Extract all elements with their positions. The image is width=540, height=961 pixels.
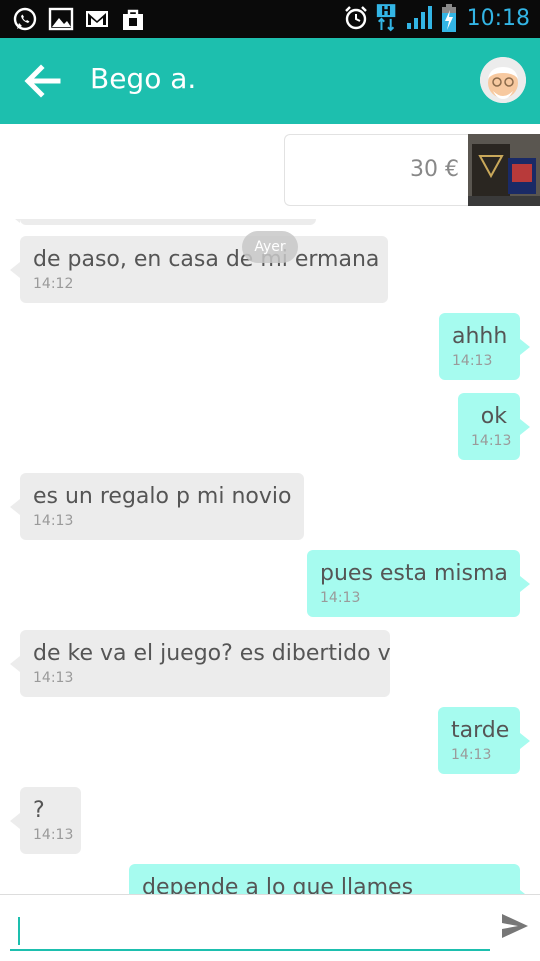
message-text: pues esta misma [320, 561, 508, 586]
status-icons: H 10:18 [343, 4, 530, 32]
chat-header: Bego a. [0, 38, 540, 124]
message-bubble[interactable]: de ke va el juego? es dibertido v 14:13 [10, 630, 391, 697]
message-composer [0, 894, 540, 961]
whatsapp-icon [13, 7, 37, 31]
send-icon[interactable] [500, 911, 530, 941]
status-bar: H 10:18 [0, 0, 540, 38]
price-box: 30 € [284, 134, 469, 206]
message-time: 14:13 [33, 670, 74, 686]
text-cursor [18, 917, 20, 945]
message-bubble[interactable]: ahhh 14:13 [439, 313, 530, 380]
message-time: 14:13 [320, 590, 361, 606]
message-bubble[interactable]: de paso, en casa de mi ermana 14:12 [10, 236, 388, 303]
message-text: ok [480, 404, 507, 429]
signal-icon [406, 6, 432, 29]
message-bubble[interactable]: es un regalo p mi novio 14:13 [10, 473, 304, 540]
date-divider: Ayer [242, 231, 298, 263]
shopping-bag-icon [123, 9, 143, 30]
alarm-icon [344, 6, 367, 30]
message-bubble[interactable]: ok 14:13 [458, 393, 530, 460]
message-time: 14:13 [451, 747, 492, 763]
product-summary[interactable]: 30 € [0, 124, 540, 220]
message-bubble[interactable]: pues esta misma 14:13 [307, 550, 530, 617]
message-time: 14:13 [33, 827, 74, 843]
message-list[interactable]: de paso, en casa de mi ermana 14:12 Ayer… [0, 219, 540, 894]
gallery-icon [48, 7, 74, 31]
message-input[interactable] [10, 909, 490, 951]
battery-charging-icon [441, 4, 456, 32]
message-text: depende a lo que llames [142, 875, 414, 894]
message-bubble[interactable]: depende a lo que llames [129, 864, 530, 894]
message-text: tarde [451, 718, 510, 743]
notification-icons [12, 6, 146, 32]
product-thumbnail[interactable] [468, 134, 540, 206]
message-bubble[interactable]: tarde 14:13 [438, 707, 530, 774]
arrow-back-icon[interactable] [22, 62, 62, 100]
message-text: es un regalo p mi novio [33, 484, 292, 509]
contact-name[interactable]: Bego a. [90, 62, 196, 95]
message-time: 14:13 [33, 513, 74, 529]
svg-text:H: H [381, 4, 391, 18]
message-time: 14:13 [471, 433, 512, 449]
message-time: 14:12 [33, 276, 74, 292]
gmail-icon [86, 11, 108, 27]
message-bubble[interactable]: ? 14:13 [10, 787, 81, 854]
message-text: de ke va el juego? es dibertido v [33, 641, 391, 666]
status-time: 10:18 [466, 5, 530, 31]
avatar-icon[interactable] [480, 57, 526, 103]
message-time: 14:13 [452, 353, 493, 369]
message-text: ? [33, 798, 45, 823]
message-text: ahhh [452, 324, 508, 349]
message-text: de paso, en casa de mi ermana [33, 247, 380, 272]
message-bubble-partial [10, 219, 316, 225]
product-price: 30 € [410, 157, 459, 182]
network-h-icon: H [376, 4, 395, 32]
